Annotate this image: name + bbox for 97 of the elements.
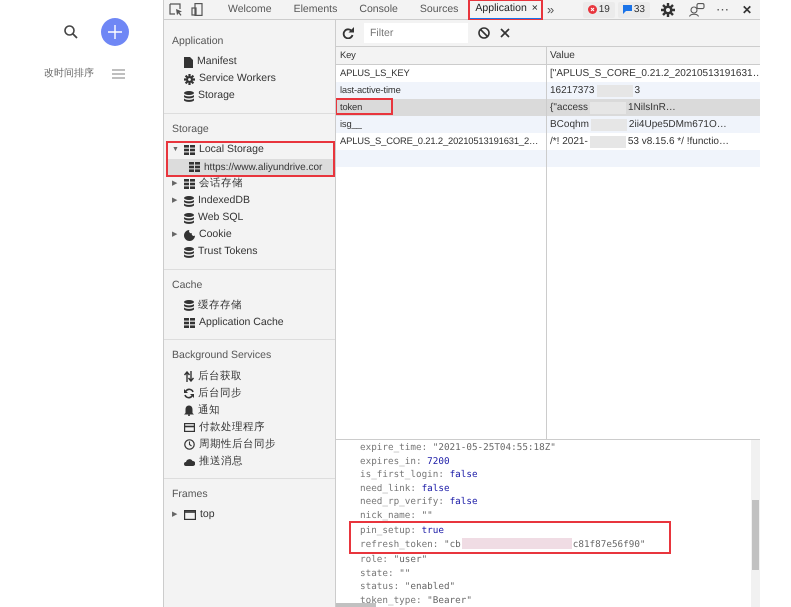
table-cell: isg__ — [340, 118, 362, 130]
database-icon — [184, 300, 194, 312]
code-line: state: "" — [360, 566, 412, 580]
inspect-icon[interactable] — [169, 3, 183, 16]
section-title: Background Services — [171, 348, 272, 364]
grid-icon — [184, 318, 195, 328]
column-header[interactable]: Key — [336, 48, 546, 63]
grid-icon — [184, 179, 195, 189]
table-cell-text: 16217373 — [550, 84, 594, 98]
more-tabs-button[interactable]: » — [542, 0, 560, 20]
table-row[interactable]: APLUS_LS_KEY ["APLUS_S_CORE_0.21.2_20210513191631… — [336, 65, 760, 82]
close-button[interactable]: ✕ — [734, 0, 760, 20]
sidebar-item[interactable]: 缓存存储 — [164, 297, 335, 314]
table-cell-text: {"access — [550, 101, 588, 115]
table-row[interactable]: isg__ BCoqhm 2ii4Upe5DMm671O… — [336, 116, 760, 133]
sidebar-item[interactable]: Application Cache — [164, 314, 335, 332]
message-count[interactable]: 33 — [618, 2, 650, 18]
frame-icon — [184, 510, 196, 520]
grid-icon — [189, 162, 200, 172]
error-icon — [588, 5, 597, 14]
device-icon[interactable] — [191, 3, 205, 16]
section-title: Cache — [171, 278, 204, 292]
table-cell-text: BCoqhm — [550, 118, 589, 132]
code-line: pin_setup: true — [360, 524, 445, 538]
database-icon — [184, 246, 194, 258]
code-line: need_link: false — [360, 482, 451, 495]
sort-label[interactable]: 改时间排序 — [44, 66, 94, 81]
devtools-tab[interactable]: Console — [348, 0, 409, 20]
table-cell-text: 1NilsInR… — [628, 101, 676, 115]
table-cell-text: 2ii4Upe5DMm671O… — [628, 118, 727, 132]
database-icon — [184, 90, 194, 102]
message-icon — [622, 5, 632, 14]
table-cell: APLUS_S_CORE_0.21.2_20210513191631_2… — [340, 135, 538, 146]
sidebar-item[interactable]: 周期性后台同步 — [164, 436, 335, 453]
devtools-tab[interactable]: Elements — [282, 0, 348, 20]
code-line: nick_name: "" — [360, 508, 434, 522]
cookie-icon — [184, 230, 195, 240]
devtools-tab[interactable]: Sources — [408, 0, 470, 20]
sidebar-item[interactable]: 付款处理程序 — [164, 419, 335, 436]
table-row[interactable]: token {"access 1NilsInR… — [336, 99, 760, 116]
table-cell-text: 3 — [634, 84, 640, 98]
card-icon — [184, 423, 195, 432]
devtools-tab[interactable]: Welcome — [217, 0, 283, 20]
scrollbar[interactable] — [751, 440, 760, 607]
add-button[interactable] — [101, 18, 129, 46]
bell-icon — [184, 405, 194, 416]
sidebar-item[interactable]: 推送消息 — [164, 453, 335, 470]
cloud-icon — [184, 458, 195, 466]
sidebar-item[interactable]: Service Workers — [164, 70, 335, 88]
delete-icon[interactable] — [500, 28, 510, 38]
sidebar-item[interactable]: 通知 — [164, 402, 335, 419]
column-header[interactable]: Value — [546, 48, 760, 63]
clock-icon — [184, 439, 195, 450]
sidebar-item[interactable]: Storage — [164, 88, 335, 105]
code-line: need_rp_verify: false — [360, 495, 479, 508]
table-cell-text: /*! 2021- — [550, 135, 588, 149]
gear-icon — [184, 74, 195, 85]
section-title: Application — [171, 34, 224, 49]
table-cell: token — [336, 99, 392, 114]
section-title: Storage — [171, 122, 210, 137]
sidebar-item[interactable]: Trust Tokens — [164, 244, 335, 260]
error-count[interactable]: 19 — [582, 2, 615, 18]
settings-icon[interactable] — [661, 2, 675, 16]
sidebar-item[interactable]: Web SQL — [164, 210, 335, 226]
table-cell: APLUS_LS_KEY — [340, 67, 410, 78]
database-icon — [184, 212, 194, 224]
sidebar-item[interactable]: 后台获取 — [164, 368, 335, 385]
arrows-icon — [184, 371, 194, 382]
code-line: expire_time: "2021-05-25T04:55:18Z" — [360, 441, 557, 454]
table-cell: last-active-time — [340, 84, 401, 96]
search-icon[interactable] — [63, 24, 79, 40]
filter-field[interactable]: Filter — [364, 23, 468, 43]
table-cell-text: 53 v8.15.6 */ !functio… — [628, 135, 729, 149]
code-line: status: "enabled" — [360, 580, 456, 594]
table-cell-text: ["APLUS_S_CORE_0.21.2_20210513191631… — [550, 67, 760, 81]
sidebar-item[interactable]: 后台同步 — [164, 385, 335, 402]
tab-close-button[interactable]: × — [532, 0, 538, 16]
clear-all-icon[interactable] — [478, 27, 490, 39]
sidebar-item[interactable]: Manifest — [164, 54, 335, 71]
menu-icon[interactable] — [112, 68, 125, 78]
code-line: token_type: "Bearer" — [360, 594, 473, 607]
grid-icon — [184, 145, 195, 155]
table-row[interactable]: last-active-time 16217373 3 — [336, 82, 760, 99]
file-icon — [184, 56, 193, 68]
sync-icon — [184, 388, 194, 399]
section-title: Frames — [171, 487, 209, 502]
code-line: role: "user" — [360, 553, 428, 566]
code-line: expires_in: 7200 — [360, 454, 451, 468]
more-options-button[interactable]: ⋯ — [711, 0, 734, 20]
sidebar-item[interactable]: https://www.aliyundrive.cor — [167, 158, 334, 176]
plus-icon — [108, 25, 122, 39]
code-line: refresh_token: "cb c81f87e56f90" — [360, 538, 647, 551]
table-row[interactable]: APLUS_S_CORE_0.21.2_20210513191631_2… /*! 2021- 53 v8.15.6 */ !functio… — [336, 133, 760, 150]
people-icon[interactable] — [689, 2, 705, 16]
database-icon — [184, 196, 194, 206]
code-line: is_first_login: false — [360, 468, 479, 482]
refresh-icon[interactable] — [342, 27, 354, 39]
